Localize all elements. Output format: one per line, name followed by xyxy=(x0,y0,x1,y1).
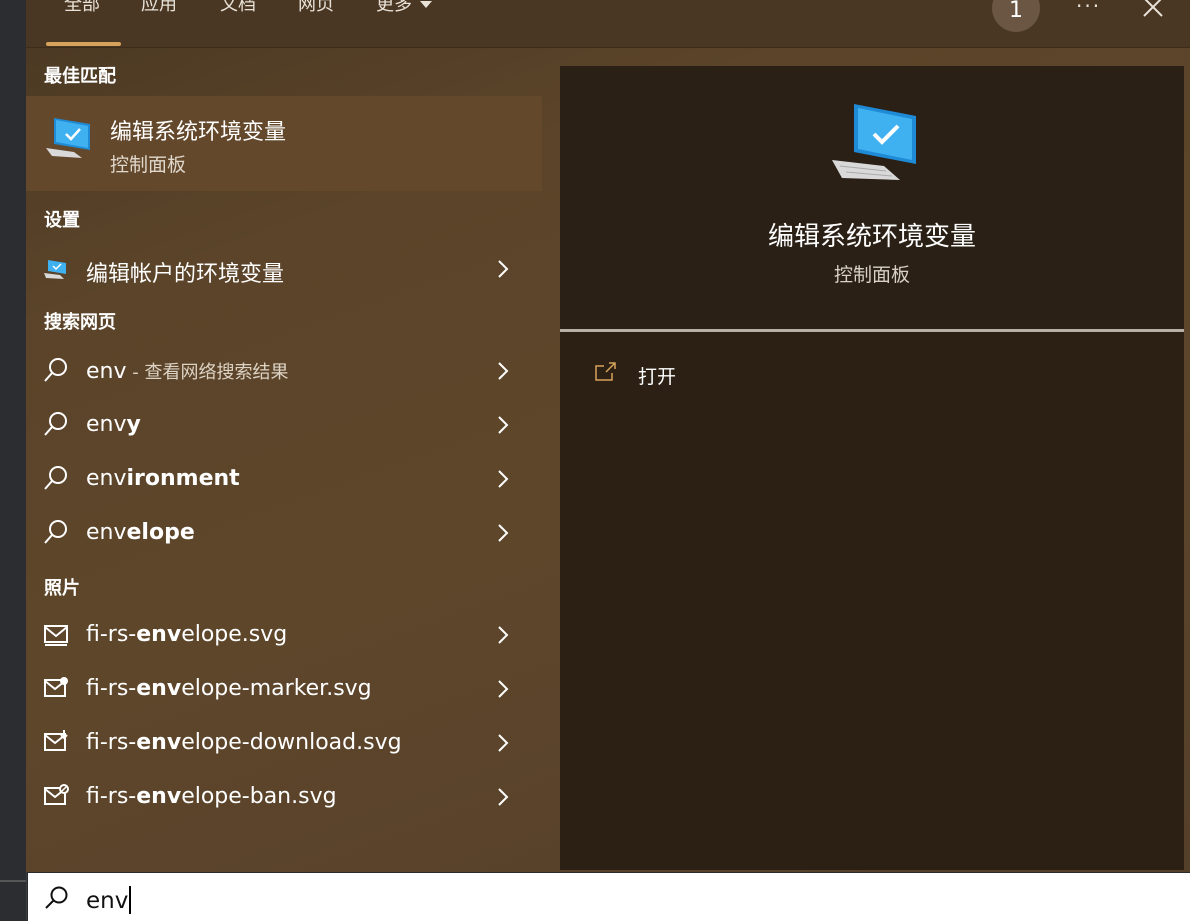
results-list: 最佳匹配 编辑系统环境变量 控制面板 设置 编辑帐户的环境变量 搜索网页 env… xyxy=(26,48,542,872)
detail-subtitle: 控制面板 xyxy=(833,264,910,286)
best-match-subtitle: 控制面板 xyxy=(110,154,187,176)
photo-result[interactable]: fi-rs-envelope-download.svg xyxy=(26,716,542,770)
detail-pane: 编辑系统环境变量 控制面板 打开 xyxy=(560,66,1184,870)
chevron-right-icon xyxy=(498,416,509,434)
close-icon[interactable] xyxy=(1142,0,1164,18)
search-icon xyxy=(44,412,67,436)
start-search-panel: 全部 应用 文档 网页 更多 1 ··· 最佳匹配 编辑系统环境变量 控制面板 … xyxy=(26,0,1190,872)
best-match-item[interactable]: 编辑系统环境变量 控制面板 xyxy=(26,96,542,191)
chevron-right-icon xyxy=(498,470,509,488)
filename-match: env xyxy=(136,622,182,647)
section-best-match: 最佳匹配 xyxy=(44,66,116,87)
tab-more-label: 更多 xyxy=(376,0,412,15)
chevron-right-icon xyxy=(498,626,509,644)
tab-apps-label: 应用 xyxy=(141,0,177,15)
search-icon xyxy=(44,520,67,544)
filename-prefix: fi-rs- xyxy=(86,676,137,701)
search-input[interactable]: env xyxy=(86,886,132,914)
filename-suffix: elope-marker.svg xyxy=(181,676,372,701)
tab-more[interactable]: 更多 xyxy=(376,0,432,46)
filename-suffix: elope-download.svg xyxy=(181,730,402,755)
filename-suffix: elope-ban.svg xyxy=(181,784,337,809)
web-result-envy[interactable]: envy xyxy=(26,398,542,452)
web-result-query: env xyxy=(86,359,127,384)
tab-all[interactable]: 全部 xyxy=(64,0,100,46)
chevron-right-icon xyxy=(498,524,509,542)
tab-web[interactable]: 网页 xyxy=(298,0,334,46)
photo-result-label: fi-rs-envelope-marker.svg xyxy=(86,676,372,701)
photo-result-label: fi-rs-envelope-download.svg xyxy=(86,730,402,755)
envelope-marker-icon xyxy=(44,677,68,697)
web-result-completion: y xyxy=(126,412,141,437)
search-icon xyxy=(44,466,67,490)
filename-match: env xyxy=(136,730,182,755)
search-input-value: env xyxy=(86,888,129,914)
more-options-icon[interactable]: ··· xyxy=(1076,0,1101,18)
tab-all-label: 全部 xyxy=(64,0,100,15)
chevron-down-icon xyxy=(420,1,432,8)
tab-web-label: 网页 xyxy=(298,0,334,15)
chevron-right-icon xyxy=(498,680,509,698)
photo-result-label: fi-rs-envelope.svg xyxy=(86,622,287,647)
tab-documents-label: 文档 xyxy=(220,0,256,15)
envelope-icon xyxy=(44,625,68,646)
monitor-check-icon xyxy=(832,104,916,180)
photo-result[interactable]: fi-rs-envelope-ban.svg xyxy=(26,770,542,824)
section-web-search: 搜索网页 xyxy=(44,312,116,333)
settings-item[interactable]: 编辑帐户的环境变量 xyxy=(26,242,542,296)
web-result-hint: - 查看网络搜索结果 xyxy=(126,362,289,383)
chevron-right-icon xyxy=(498,734,509,752)
web-result-environment[interactable]: environment xyxy=(26,452,542,506)
monitor-check-icon xyxy=(46,118,90,158)
photo-result-label: fi-rs-envelope-ban.svg xyxy=(86,784,337,809)
open-action[interactable]: 打开 xyxy=(590,356,790,392)
open-external-icon xyxy=(595,362,616,381)
strip-marker xyxy=(0,880,26,882)
web-result-completion: elope xyxy=(126,520,195,545)
active-tab-indicator xyxy=(46,42,121,46)
web-result-completion: ironment xyxy=(126,466,240,491)
tab-documents[interactable]: 文档 xyxy=(220,0,256,46)
filename-match: env xyxy=(136,676,182,701)
desktop-left-strip xyxy=(0,0,27,921)
detail-divider xyxy=(560,329,1184,332)
rewards-badge[interactable]: 1 xyxy=(992,0,1040,32)
chevron-right-icon xyxy=(498,362,509,380)
envelope-ban-icon xyxy=(44,784,69,805)
web-result-env[interactable]: env - 查看网络搜索结果 xyxy=(26,344,542,398)
section-settings: 设置 xyxy=(44,210,80,231)
filename-prefix: fi-rs- xyxy=(86,730,137,755)
web-result-query: env xyxy=(86,520,127,545)
filename-prefix: fi-rs- xyxy=(86,622,137,647)
detail-header: 编辑系统环境变量 控制面板 xyxy=(560,66,1184,328)
search-icon xyxy=(45,886,68,909)
envelope-download-icon xyxy=(44,730,68,751)
web-result-label: envelope xyxy=(86,520,195,545)
tab-apps[interactable]: 应用 xyxy=(141,0,177,46)
filename-suffix: elope.svg xyxy=(181,622,288,647)
detail-title: 编辑系统环境变量 xyxy=(767,222,976,252)
text-caret xyxy=(129,886,132,914)
photo-result[interactable]: fi-rs-envelope-marker.svg xyxy=(26,662,542,716)
photo-result[interactable]: fi-rs-envelope.svg xyxy=(26,608,542,662)
open-action-label: 打开 xyxy=(638,366,677,388)
filename-prefix: fi-rs- xyxy=(86,784,137,809)
web-result-label: env - 查看网络搜索结果 xyxy=(86,358,288,384)
web-result-envelope[interactable]: envelope xyxy=(26,506,542,560)
section-photos: 照片 xyxy=(44,578,80,599)
monitor-settings-icon xyxy=(44,260,66,279)
search-box[interactable]: env xyxy=(28,873,1190,921)
web-result-query: env xyxy=(86,412,127,437)
chevron-right-icon xyxy=(498,788,509,806)
filename-match: env xyxy=(136,784,182,809)
web-result-label: envy xyxy=(86,412,141,437)
best-match-title: 编辑系统环境变量 xyxy=(110,120,287,145)
web-result-query: env xyxy=(86,466,127,491)
filter-tabs: 全部 应用 文档 网页 更多 1 ··· xyxy=(26,0,1190,48)
search-icon xyxy=(44,358,67,382)
web-result-label: environment xyxy=(86,466,240,491)
chevron-right-icon xyxy=(498,260,509,278)
settings-item-label: 编辑帐户的环境变量 xyxy=(86,262,285,287)
